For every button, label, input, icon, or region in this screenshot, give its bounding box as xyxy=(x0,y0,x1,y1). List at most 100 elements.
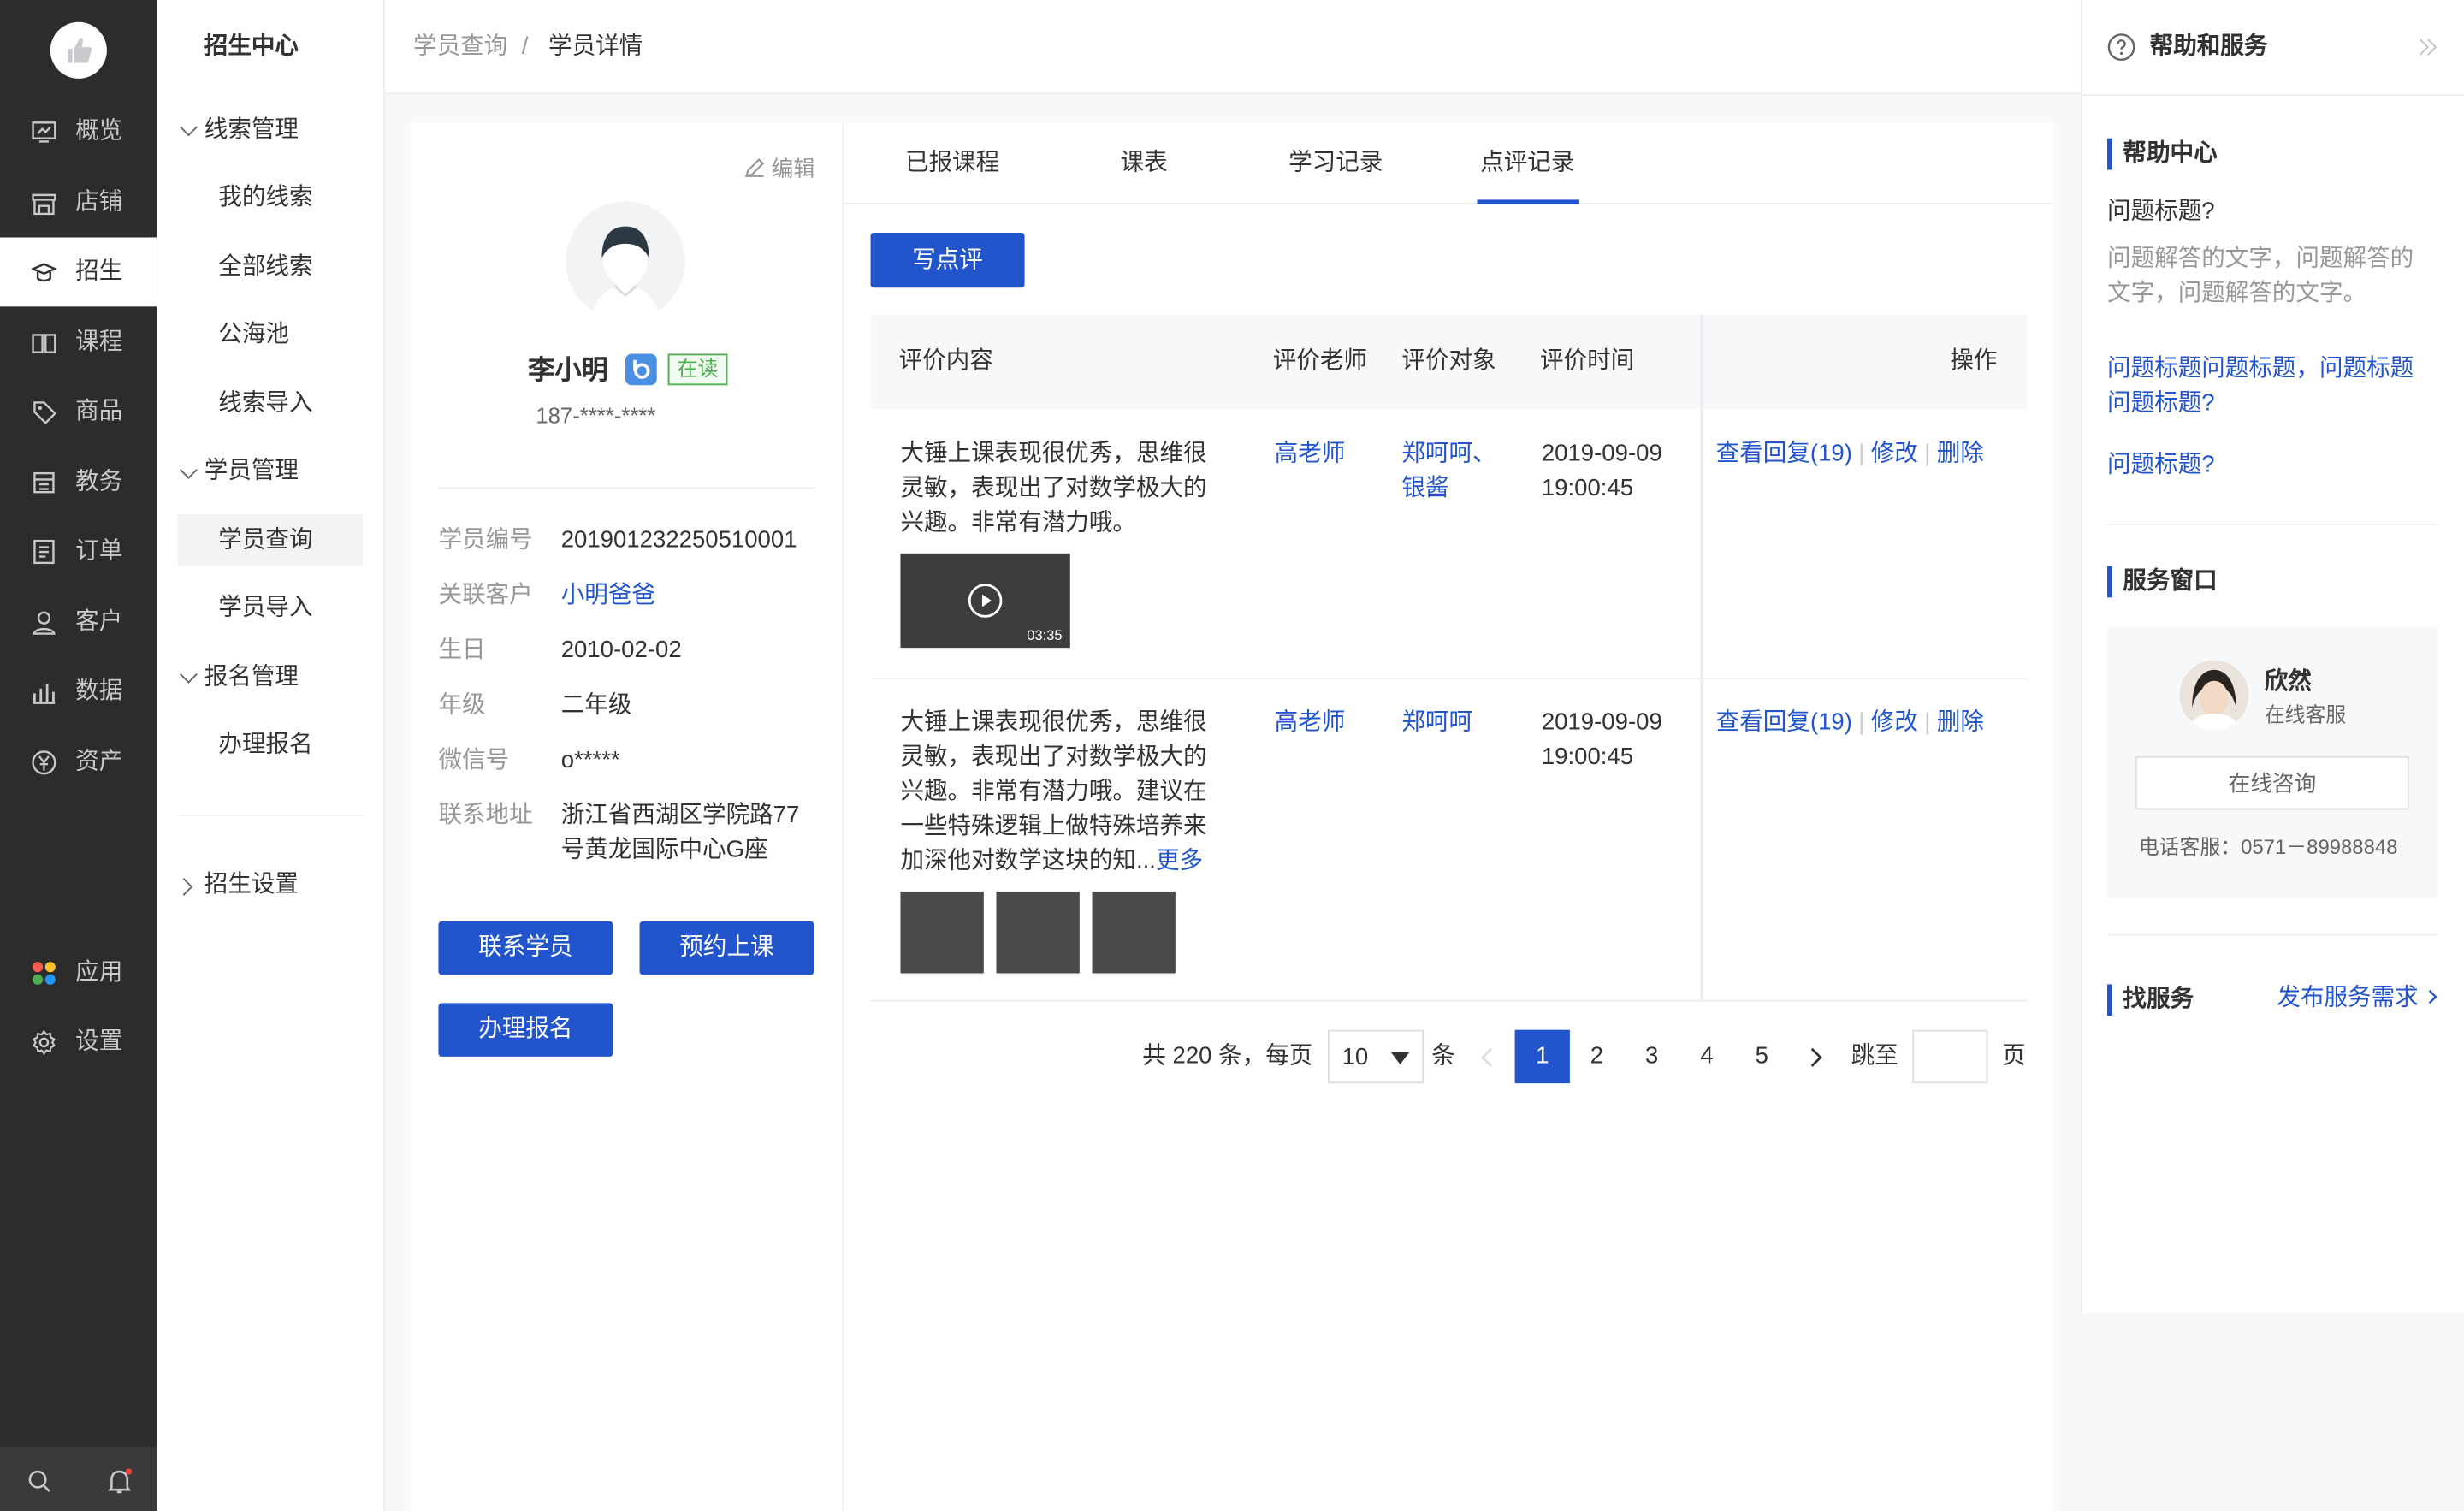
delete-link[interactable]: 删除 xyxy=(1937,441,1984,467)
action-separator: | xyxy=(1924,440,1931,467)
nav-item-overview[interactable]: 概览 xyxy=(0,98,157,167)
review-video[interactable]: 03:35 xyxy=(900,553,1070,649)
online-consult-button[interactable]: 在线咨询 xyxy=(2135,756,2409,810)
next-page-icon[interactable] xyxy=(1810,1047,1823,1068)
view-replies-link[interactable]: 查看回复(19) xyxy=(1716,441,1852,467)
nav-item-academic[interactable]: 教务 xyxy=(0,448,157,518)
edit-link[interactable]: 修改 xyxy=(1871,709,1918,736)
help-divider xyxy=(2107,933,2437,936)
nav-item-data[interactable]: 数据 xyxy=(0,657,157,726)
field-value-birthday: 2010-02-02 xyxy=(560,637,682,664)
field-label-grade: 年级 xyxy=(438,691,486,719)
view-replies-link[interactable]: 查看回复(19) xyxy=(1716,709,1852,736)
nav-item-settings[interactable]: 设置 xyxy=(0,1008,157,1077)
verified-icon xyxy=(625,353,657,386)
subnav-item-public-pool[interactable]: 公海池 xyxy=(178,308,364,360)
teacher-link[interactable]: 高老师 xyxy=(1275,437,1346,471)
subnav-item-student-import[interactable]: 学员导入 xyxy=(178,582,364,634)
yuan-icon xyxy=(32,750,56,775)
nav-item-course[interactable]: 课程 xyxy=(0,308,157,377)
nav-item-goods[interactable]: 商品 xyxy=(0,377,157,447)
review-time: 19:00:45 xyxy=(1541,474,1634,502)
breadcrumb-separator: / xyxy=(521,33,529,60)
agent-name: 欣然 xyxy=(2264,668,2312,696)
more-link[interactable]: 更多 xyxy=(1156,848,1203,874)
subnav-group-leads[interactable]: 线索管理 xyxy=(204,115,299,146)
page-size-value: 10 xyxy=(1342,1044,1369,1071)
teacher-link[interactable]: 高老师 xyxy=(1275,706,1346,740)
prev-page-icon[interactable] xyxy=(1480,1047,1493,1068)
logo[interactable] xyxy=(50,21,107,79)
nav-label: 教务 xyxy=(75,468,123,495)
nav-item-assets[interactable]: 资产 xyxy=(0,728,157,797)
tab-study-records[interactable]: 学习记录 xyxy=(1288,148,1383,180)
target-link[interactable]: 郑呵呵 xyxy=(1401,706,1472,740)
bell-icon[interactable] xyxy=(105,1467,133,1496)
related-customer-link[interactable]: 小明爸爸 xyxy=(561,578,820,613)
subnav-item-lead-import[interactable]: 线索导入 xyxy=(178,377,364,430)
target-link[interactable]: 郑呵呵、银酱 xyxy=(1401,437,1508,507)
row-actions: 查看回复(19) | 修改 | 删除 xyxy=(1716,437,1984,471)
row-actions: 查看回复(19) | 修改 | 删除 xyxy=(1716,706,1984,740)
page-size-select[interactable]: 10 xyxy=(1328,1029,1424,1084)
thumbs-up-icon xyxy=(67,38,92,63)
order-icon xyxy=(33,539,55,565)
nav-item-store[interactable]: 店铺 xyxy=(0,169,157,238)
edit-link[interactable]: 修改 xyxy=(1871,441,1918,467)
subnav-group-settings[interactable]: 招生设置 xyxy=(204,869,299,901)
enroll-button[interactable]: 办理报名 xyxy=(438,1003,613,1057)
jump-label: 跳至 xyxy=(1851,1042,1898,1070)
nav-item-apps[interactable]: 应用 xyxy=(0,939,157,1008)
page-button-current[interactable]: 1 xyxy=(1514,1029,1570,1084)
contact-student-button[interactable]: 联系学员 xyxy=(438,921,613,975)
jump-page-input[interactable] xyxy=(1912,1029,1988,1084)
subnav-group-registration[interactable]: 报名管理 xyxy=(204,662,299,694)
field-value-address: 浙江省西湖区学院路77号黄龙国际中心G座 xyxy=(560,802,800,863)
edit-button[interactable]: 编辑 xyxy=(744,154,815,182)
review-image[interactable] xyxy=(900,891,984,974)
service-phone: 电话客服：0571－89988848 xyxy=(2138,834,2398,859)
column-header: 评价对象 xyxy=(1401,347,1496,375)
tab-timetable[interactable]: 课表 xyxy=(1121,148,1168,180)
delete-link[interactable]: 删除 xyxy=(1937,709,1984,736)
publish-service-link[interactable]: 发布服务需求 xyxy=(2277,983,2440,1015)
nav-item-customer[interactable]: 客户 xyxy=(0,588,157,657)
help-question-link[interactable]: 问题标题? xyxy=(2107,448,2431,483)
subnav-title: 招生中心 xyxy=(204,33,299,60)
graduation-cap-icon xyxy=(31,263,57,282)
column-header: 评价时间 xyxy=(1539,347,1635,375)
subnav-item-my-leads[interactable]: 我的线索 xyxy=(178,171,364,223)
calendar-icon xyxy=(33,471,55,494)
write-review-button[interactable]: 写点评 xyxy=(870,232,1025,288)
help-question-link[interactable]: 问题标题问题标题，问题标题问题标题? xyxy=(2107,353,2431,422)
service-window-title: 服务窗口 xyxy=(2107,566,2218,598)
field-value-wechat: o***** xyxy=(560,746,620,774)
review-image[interactable] xyxy=(996,891,1080,974)
action-separator: | xyxy=(1858,708,1865,737)
subnav-item-student-query[interactable]: 学员查询 xyxy=(177,513,364,566)
field-label-wechat: 微信号 xyxy=(438,746,510,774)
collapse-icon[interactable] xyxy=(2419,38,2437,56)
breadcrumb-parent[interactable]: 学员查询 xyxy=(413,32,507,63)
page-suffix: 页 xyxy=(2001,1042,2026,1070)
nav-item-enrollment[interactable]: 招生 xyxy=(0,237,157,307)
review-content: 大锤上课表现很优秀，思维很灵敏，表现出了对数学极大的兴趣。非常有潜力哦。建议在一… xyxy=(900,706,1223,879)
page-button[interactable]: 2 xyxy=(1590,1041,1603,1073)
nav-label: 数据 xyxy=(75,678,123,705)
nav-label: 资产 xyxy=(75,748,123,775)
active-tab-indicator xyxy=(1477,199,1579,204)
row-divider xyxy=(870,999,2028,1002)
subnav-item-all-leads[interactable]: 全部线索 xyxy=(178,240,364,293)
book-class-button[interactable]: 预约上课 xyxy=(639,921,814,975)
page-button[interactable]: 4 xyxy=(1700,1041,1713,1073)
review-image[interactable] xyxy=(1092,891,1176,974)
search-icon[interactable] xyxy=(27,1468,51,1493)
tab-enrolled-courses[interactable]: 已报课程 xyxy=(905,148,999,180)
nav-item-order[interactable]: 订单 xyxy=(0,518,157,587)
subnav-item-handle-registration[interactable]: 办理报名 xyxy=(178,719,364,771)
subnav-group-students[interactable]: 学员管理 xyxy=(204,456,299,488)
page-button[interactable]: 5 xyxy=(1756,1041,1768,1073)
vip-icon xyxy=(633,359,650,379)
page-button[interactable]: 3 xyxy=(1645,1041,1658,1073)
tab-review-records[interactable]: 点评记录 xyxy=(1480,148,1574,180)
